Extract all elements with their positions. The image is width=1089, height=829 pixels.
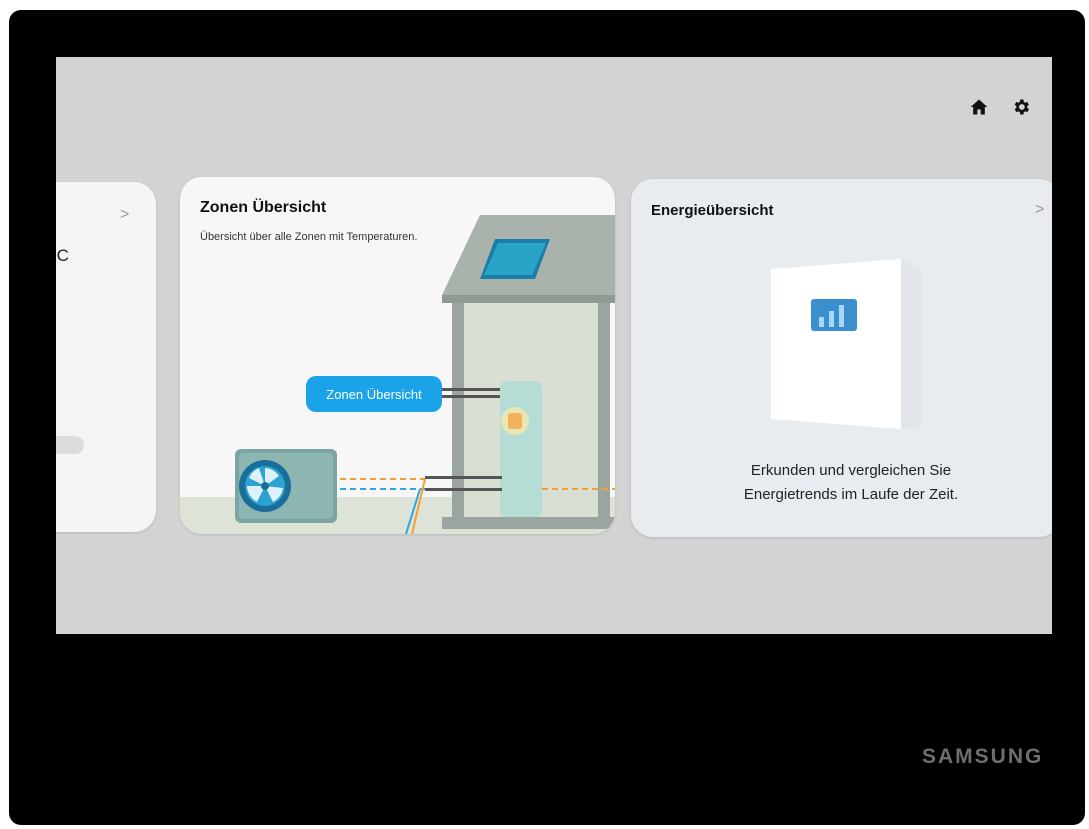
card-zones-overview[interactable]: Zonen Übersicht Übersicht über alle Zone… xyxy=(180,177,615,534)
card-title: Energieübersicht xyxy=(651,202,774,219)
card-energy-overview[interactable]: Energieübersicht > Erkunden und vergleic… xyxy=(631,179,1052,537)
home-icon[interactable] xyxy=(969,97,989,117)
card-description: Erkunden und vergleichen Sie Energietren… xyxy=(691,459,1011,507)
description-line-2: Energietrends im Laufe der Zeit. xyxy=(743,486,959,503)
temperature-text: uf 18°C xyxy=(56,246,69,265)
card-subtitle: Übersicht über alle Zonen mit Temperatur… xyxy=(200,231,418,243)
chevron-right-icon[interactable]: > xyxy=(1035,201,1044,219)
card-title: Zonen Übersicht xyxy=(200,199,327,216)
zones-overview-button[interactable]: Zonen Übersicht xyxy=(306,376,442,412)
card-partial-left[interactable]: > uf 18°C xyxy=(56,182,156,532)
chevron-right-icon: > xyxy=(120,206,130,223)
description-line-1: Erkunden und vergleichen Sie xyxy=(750,462,952,479)
tablet-device: > uf 18°C xyxy=(9,10,1085,825)
energy-chart-illustration xyxy=(771,259,921,429)
gear-icon[interactable] xyxy=(1011,97,1031,117)
samsung-logo: SAMSUNG xyxy=(922,745,1044,768)
placeholder-pill xyxy=(56,436,84,454)
screen: > uf 18°C xyxy=(56,57,1052,634)
